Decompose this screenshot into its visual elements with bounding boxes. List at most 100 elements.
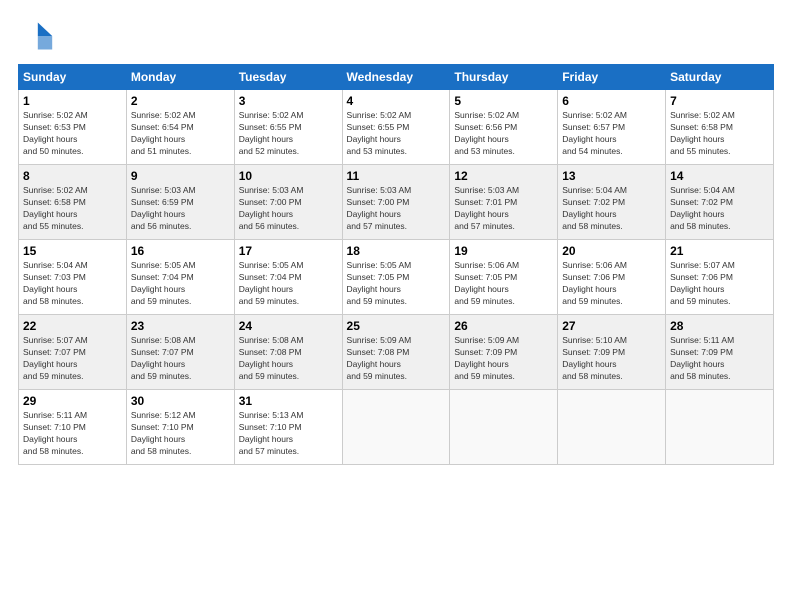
day-number: 25	[347, 319, 446, 333]
calendar-cell: 3 Sunrise: 5:02 AMSunset: 6:55 PMDaylight…	[234, 90, 342, 165]
col-header-monday: Monday	[126, 65, 234, 90]
col-header-wednesday: Wednesday	[342, 65, 450, 90]
day-info: Sunrise: 5:04 AMSunset: 7:03 PMDaylight …	[23, 260, 122, 308]
day-number: 21	[670, 244, 769, 258]
day-number: 19	[454, 244, 553, 258]
day-number: 10	[239, 169, 338, 183]
day-number: 16	[131, 244, 230, 258]
day-number: 12	[454, 169, 553, 183]
day-number: 8	[23, 169, 122, 183]
calendar-cell: 5 Sunrise: 5:02 AMSunset: 6:56 PMDaylight…	[450, 90, 558, 165]
calendar: SundayMondayTuesdayWednesdayThursdayFrid…	[18, 64, 774, 465]
day-number: 6	[562, 94, 661, 108]
day-info: Sunrise: 5:11 AMSunset: 7:10 PMDaylight …	[23, 410, 122, 458]
day-info: Sunrise: 5:02 AMSunset: 6:55 PMDaylight …	[239, 110, 338, 158]
day-number: 3	[239, 94, 338, 108]
calendar-week-5: 29 Sunrise: 5:11 AMSunset: 7:10 PMDayligh…	[19, 390, 774, 465]
day-number: 4	[347, 94, 446, 108]
col-header-friday: Friday	[558, 65, 666, 90]
calendar-week-2: 8 Sunrise: 5:02 AMSunset: 6:58 PMDaylight…	[19, 165, 774, 240]
calendar-cell: 24Sunrise: 5:08 AMSunset: 7:08 PMDayligh…	[234, 315, 342, 390]
day-info: Sunrise: 5:02 AMSunset: 6:57 PMDaylight …	[562, 110, 661, 158]
calendar-cell: 2 Sunrise: 5:02 AMSunset: 6:54 PMDaylight…	[126, 90, 234, 165]
calendar-cell: 12Sunrise: 5:03 AMSunset: 7:01 PMDayligh…	[450, 165, 558, 240]
calendar-cell: 31 Sunrise: 5:13 AMSunset: 7:10 PMDayligh…	[234, 390, 342, 465]
calendar-cell: 7Sunrise: 5:02 AMSunset: 6:58 PMDaylight…	[666, 90, 774, 165]
calendar-cell: 14 Sunrise: 5:04 AMSunset: 7:02 PMDayligh…	[666, 165, 774, 240]
col-header-sunday: Sunday	[19, 65, 127, 90]
day-number: 9	[131, 169, 230, 183]
day-number: 14	[670, 169, 769, 183]
day-info: Sunrise: 5:12 AMSunset: 7:10 PMDaylight …	[131, 410, 230, 458]
calendar-cell: 29 Sunrise: 5:11 AMSunset: 7:10 PMDayligh…	[19, 390, 127, 465]
calendar-cell: 23 Sunrise: 5:08 AMSunset: 7:07 PMDayligh…	[126, 315, 234, 390]
day-number: 5	[454, 94, 553, 108]
col-header-saturday: Saturday	[666, 65, 774, 90]
calendar-cell: 13 Sunrise: 5:04 AMSunset: 7:02 PMDayligh…	[558, 165, 666, 240]
day-number: 2	[131, 94, 230, 108]
day-info: Sunrise: 5:08 AMSunset: 7:07 PMDaylight …	[131, 335, 230, 383]
day-info: Sunrise: 5:13 AMSunset: 7:10 PMDaylight …	[239, 410, 338, 458]
calendar-header-row: SundayMondayTuesdayWednesdayThursdayFrid…	[19, 65, 774, 90]
day-info: Sunrise: 5:05 AMSunset: 7:04 PMDaylight …	[239, 260, 338, 308]
calendar-cell: 1 Sunrise: 5:02 AMSunset: 6:53 PMDaylight…	[19, 90, 127, 165]
calendar-cell: 22 Sunrise: 5:07 AMSunset: 7:07 PMDayligh…	[19, 315, 127, 390]
page: SundayMondayTuesdayWednesdayThursdayFrid…	[0, 0, 792, 475]
day-number: 22	[23, 319, 122, 333]
calendar-cell	[342, 390, 450, 465]
day-info: Sunrise: 5:02 AMSunset: 6:58 PMDaylight …	[23, 185, 122, 233]
day-number: 27	[562, 319, 661, 333]
day-info: Sunrise: 5:07 AMSunset: 7:07 PMDaylight …	[23, 335, 122, 383]
calendar-cell: 11 Sunrise: 5:03 AMSunset: 7:00 PMDayligh…	[342, 165, 450, 240]
logo-icon	[18, 18, 54, 54]
calendar-cell: 28 Sunrise: 5:11 AMSunset: 7:09 PMDayligh…	[666, 315, 774, 390]
calendar-cell: 9 Sunrise: 5:03 AMSunset: 6:59 PMDaylight…	[126, 165, 234, 240]
day-number: 17	[239, 244, 338, 258]
day-info: Sunrise: 5:05 AMSunset: 7:05 PMDaylight …	[347, 260, 446, 308]
calendar-cell	[666, 390, 774, 465]
calendar-week-3: 15 Sunrise: 5:04 AMSunset: 7:03 PMDayligh…	[19, 240, 774, 315]
calendar-cell: 25 Sunrise: 5:09 AMSunset: 7:08 PMDayligh…	[342, 315, 450, 390]
calendar-cell	[450, 390, 558, 465]
header	[18, 18, 774, 54]
calendar-cell: 10 Sunrise: 5:03 AMSunset: 7:00 PMDayligh…	[234, 165, 342, 240]
day-number: 26	[454, 319, 553, 333]
day-number: 18	[347, 244, 446, 258]
calendar-cell: 27 Sunrise: 5:10 AMSunset: 7:09 PMDayligh…	[558, 315, 666, 390]
day-info: Sunrise: 5:06 AMSunset: 7:05 PMDaylight …	[454, 260, 553, 308]
day-info: Sunrise: 5:03 AMSunset: 6:59 PMDaylight …	[131, 185, 230, 233]
day-info: Sunrise: 5:11 AMSunset: 7:09 PMDaylight …	[670, 335, 769, 383]
day-number: 23	[131, 319, 230, 333]
calendar-cell: 18 Sunrise: 5:05 AMSunset: 7:05 PMDayligh…	[342, 240, 450, 315]
calendar-cell: 26 Sunrise: 5:09 AMSunset: 7:09 PMDayligh…	[450, 315, 558, 390]
calendar-cell: 4Sunrise: 5:02 AMSunset: 6:55 PMDaylight…	[342, 90, 450, 165]
day-number: 20	[562, 244, 661, 258]
day-number: 31	[239, 394, 338, 408]
col-header-thursday: Thursday	[450, 65, 558, 90]
day-info: Sunrise: 5:05 AMSunset: 7:04 PMDaylight …	[131, 260, 230, 308]
day-number: 1	[23, 94, 122, 108]
day-info: Sunrise: 5:04 AMSunset: 7:02 PMDaylight …	[670, 185, 769, 233]
day-info: Sunrise: 5:04 AMSunset: 7:02 PMDaylight …	[562, 185, 661, 233]
day-number: 13	[562, 169, 661, 183]
day-info: Sunrise: 5:02 AMSunset: 6:54 PMDaylight …	[131, 110, 230, 158]
day-info: Sunrise: 5:03 AMSunset: 7:00 PMDaylight …	[239, 185, 338, 233]
day-info: Sunrise: 5:09 AMSunset: 7:09 PMDaylight …	[454, 335, 553, 383]
calendar-cell: 30Sunrise: 5:12 AMSunset: 7:10 PMDayligh…	[126, 390, 234, 465]
day-info: Sunrise: 5:02 AMSunset: 6:58 PMDaylight …	[670, 110, 769, 158]
calendar-cell: 19 Sunrise: 5:06 AMSunset: 7:05 PMDayligh…	[450, 240, 558, 315]
calendar-cell	[558, 390, 666, 465]
day-number: 15	[23, 244, 122, 258]
day-info: Sunrise: 5:03 AMSunset: 7:00 PMDaylight …	[347, 185, 446, 233]
calendar-cell: 16 Sunrise: 5:05 AMSunset: 7:04 PMDayligh…	[126, 240, 234, 315]
calendar-cell: 17 Sunrise: 5:05 AMSunset: 7:04 PMDayligh…	[234, 240, 342, 315]
calendar-cell: 6 Sunrise: 5:02 AMSunset: 6:57 PMDaylight…	[558, 90, 666, 165]
day-number: 28	[670, 319, 769, 333]
calendar-cell: 8 Sunrise: 5:02 AMSunset: 6:58 PMDaylight…	[19, 165, 127, 240]
day-info: Sunrise: 5:02 AMSunset: 6:56 PMDaylight …	[454, 110, 553, 158]
day-info: Sunrise: 5:09 AMSunset: 7:08 PMDaylight …	[347, 335, 446, 383]
day-number: 11	[347, 169, 446, 183]
day-info: Sunrise: 5:02 AMSunset: 6:53 PMDaylight …	[23, 110, 122, 158]
day-info: Sunrise: 5:10 AMSunset: 7:09 PMDaylight …	[562, 335, 661, 383]
day-number: 29	[23, 394, 122, 408]
